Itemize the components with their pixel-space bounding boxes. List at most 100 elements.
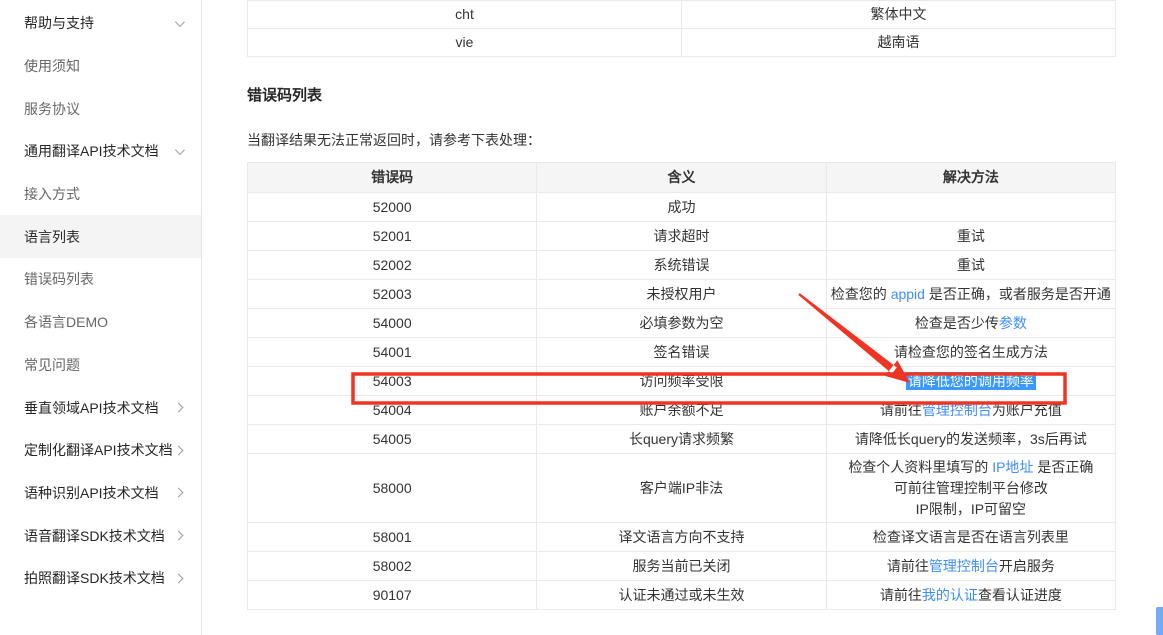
error-table-header-cell: 错误码	[248, 163, 537, 193]
error-table-header-cell: 解决方法	[826, 163, 1115, 193]
error-table-row-52001: 52001请求超时重试	[248, 222, 1116, 251]
link-appid[interactable]: appid	[891, 286, 925, 302]
sidebar-item-label: 定制化翻译API技术文档	[24, 440, 173, 460]
error-solution-cell: 请降低长query的发送频率，3s后再试	[826, 425, 1115, 454]
chevron-right-icon	[174, 573, 184, 583]
chevron-down-icon	[175, 17, 185, 27]
sidebar-item-language-list[interactable]: 语言列表	[0, 215, 201, 258]
error-table-row-58002: 58002服务当前已关闭请前往管理控制台开启服务	[248, 552, 1116, 581]
link-ip-address[interactable]: IP地址	[992, 459, 1033, 475]
language-table-row: cht繁体中文	[248, 1, 1116, 29]
language-table-body: cht繁体中文vie越南语	[248, 1, 1116, 57]
error-solution-cell: 请检查您的签名生成方法	[826, 338, 1115, 367]
partial-blue-button[interactable]	[1156, 607, 1163, 635]
sidebar-item-faq[interactable]: 常见问题	[0, 344, 201, 387]
error-solution-cell: 请降低您的调用频率	[826, 367, 1115, 396]
sidebar-item-general-translate-api-docs[interactable]: 通用翻译API技术文档	[0, 130, 201, 173]
sidebar-item-label: 常见问题	[24, 355, 80, 375]
chevron-right-icon	[174, 488, 184, 498]
error-code-cell: 90107	[248, 581, 537, 610]
link-my-auth[interactable]: 我的认证	[922, 587, 978, 603]
sidebar-item-label: 通用翻译API技术文档	[24, 141, 159, 161]
sidebar-item-error-code-list[interactable]: 错误码列表	[0, 258, 201, 301]
error-meaning-cell: 译文语言方向不支持	[537, 523, 826, 552]
sidebar-item-label: 错误码列表	[24, 269, 94, 289]
error-code-cell: 54000	[248, 309, 537, 338]
sidebar-item-label: 帮助与支持	[24, 13, 94, 33]
sidebar-item-access-method[interactable]: 接入方式	[0, 173, 201, 216]
error-solution-cell: 请前往管理控制台为账户充值	[826, 396, 1115, 425]
sidebar-nav: 帮助与支持使用须知服务协议通用翻译API技术文档接入方式语言列表错误码列表各语言…	[0, 2, 201, 600]
language-table: cht繁体中文vie越南语	[247, 0, 1116, 57]
error-meaning-cell: 必填参数为空	[537, 309, 826, 338]
error-solution-cell: 检查个人资料里填写的 IP地址 是否正确可前往管理控制平台修改IP限制，IP可留…	[826, 454, 1115, 523]
error-table-row-54000: 54000必填参数为空检查是否少传参数	[248, 309, 1116, 338]
error-meaning-cell: 客户端IP非法	[537, 454, 826, 523]
error-table-row-52003: 52003未授权用户检查您的 appid 是否正确，或者服务是否开通	[248, 280, 1116, 309]
language-table-cell: 繁体中文	[682, 1, 1116, 29]
error-code-table: 错误码含义解决方法 52000成功52001请求超时重试52002系统错误重试5…	[247, 162, 1116, 610]
sidebar-item-label: 接入方式	[24, 184, 80, 204]
error-table-row-52000: 52000成功	[248, 193, 1116, 222]
sidebar-item-label: 使用须知	[24, 56, 80, 76]
link-admin-console-2[interactable]: 管理控制台	[929, 558, 999, 574]
language-table-cell: vie	[248, 29, 682, 57]
language-table-cell: cht	[248, 1, 682, 29]
main-content: cht繁体中文vie越南语 错误码列表 当翻译结果无法正常返回时，请参考下表处理…	[247, 0, 1116, 635]
error-meaning-cell: 未授权用户	[537, 280, 826, 309]
selected-text-highlight: 请降低您的调用频率	[906, 372, 1036, 390]
error-meaning-cell: 服务当前已关闭	[537, 552, 826, 581]
error-table-header-row: 错误码含义解决方法	[248, 163, 1116, 193]
error-solution-cell: 请前往我的认证查看认证进度	[826, 581, 1115, 610]
error-code-cell: 52000	[248, 193, 537, 222]
sidebar-item-usage-notice[interactable]: 使用须知	[0, 45, 201, 88]
error-solution-cell: 检查是否少传参数	[826, 309, 1115, 338]
error-meaning-cell: 访问频率受限	[537, 367, 826, 396]
error-code-cell: 54004	[248, 396, 537, 425]
sidebar-item-photo-translate-sdk-docs[interactable]: 拍照翻译SDK技术文档	[0, 557, 201, 600]
error-meaning-cell: 系统错误	[537, 251, 826, 280]
sidebar-item-label: 语音翻译SDK技术文档	[24, 526, 165, 546]
error-table-row-90107: 90107认证未通过或未生效请前往我的认证查看认证进度	[248, 581, 1116, 610]
error-meaning-cell: 账户余额不足	[537, 396, 826, 425]
error-meaning-cell: 请求超时	[537, 222, 826, 251]
sidebar-item-speech-translate-sdk-docs[interactable]: 语音翻译SDK技术文档	[0, 514, 201, 557]
sidebar-item-vertical-api-docs[interactable]: 垂直领域API技术文档	[0, 386, 201, 429]
error-code-cell: 58000	[248, 454, 537, 523]
sidebar-item-language-detect-api-docs[interactable]: 语种识别API技术文档	[0, 472, 201, 515]
language-table-row: vie越南语	[248, 29, 1116, 57]
chevron-right-icon	[174, 403, 184, 413]
error-meaning-cell: 认证未通过或未生效	[537, 581, 826, 610]
language-table-cell: 越南语	[682, 29, 1116, 57]
error-table-row-58000: 58000客户端IP非法检查个人资料里填写的 IP地址 是否正确可前往管理控制平…	[248, 454, 1116, 523]
error-meaning-cell: 长query请求频繁	[537, 425, 826, 454]
link-admin-console[interactable]: 管理控制台	[922, 402, 992, 418]
error-meaning-cell: 成功	[537, 193, 826, 222]
sidebar-item-language-demo[interactable]: 各语言DEMO	[0, 301, 201, 344]
error-code-cell: 54003	[248, 367, 537, 396]
error-solution-cell: 检查您的 appid 是否正确，或者服务是否开通	[826, 280, 1115, 309]
error-code-cell: 52002	[248, 251, 537, 280]
error-solution-cell: 检查译文语言是否在语言列表里	[826, 523, 1115, 552]
error-code-cell: 54005	[248, 425, 537, 454]
error-meaning-cell: 签名错误	[537, 338, 826, 367]
sidebar-item-label: 语言列表	[24, 227, 80, 247]
error-table-body: 52000成功52001请求超时重试52002系统错误重试52003未授权用户检…	[248, 193, 1116, 610]
sidebar-item-label: 拍照翻译SDK技术文档	[24, 568, 165, 588]
error-table-header-cell: 含义	[537, 163, 826, 193]
error-code-cell: 52003	[248, 280, 537, 309]
chevron-down-icon	[175, 145, 185, 155]
error-solution-cell: 重试	[826, 251, 1115, 280]
error-table-row-58001: 58001译文语言方向不支持检查译文语言是否在语言列表里	[248, 523, 1116, 552]
sidebar-item-custom-translate-api-docs[interactable]: 定制化翻译API技术文档	[0, 429, 201, 472]
sidebar-item-service-agreement[interactable]: 服务协议	[0, 87, 201, 130]
section-heading: 错误码列表	[247, 84, 322, 105]
sidebar-item-label: 服务协议	[24, 99, 80, 119]
error-solution-cell	[826, 193, 1115, 222]
sidebar-item-label: 语种识别API技术文档	[24, 483, 159, 503]
sidebar-item-help-support[interactable]: 帮助与支持	[0, 2, 201, 45]
chevron-right-icon	[174, 445, 184, 455]
error-code-cell: 58001	[248, 523, 537, 552]
link-params[interactable]: 参数	[999, 315, 1027, 331]
section-intro: 当翻译结果无法正常返回时，请参考下表处理：	[247, 130, 541, 150]
